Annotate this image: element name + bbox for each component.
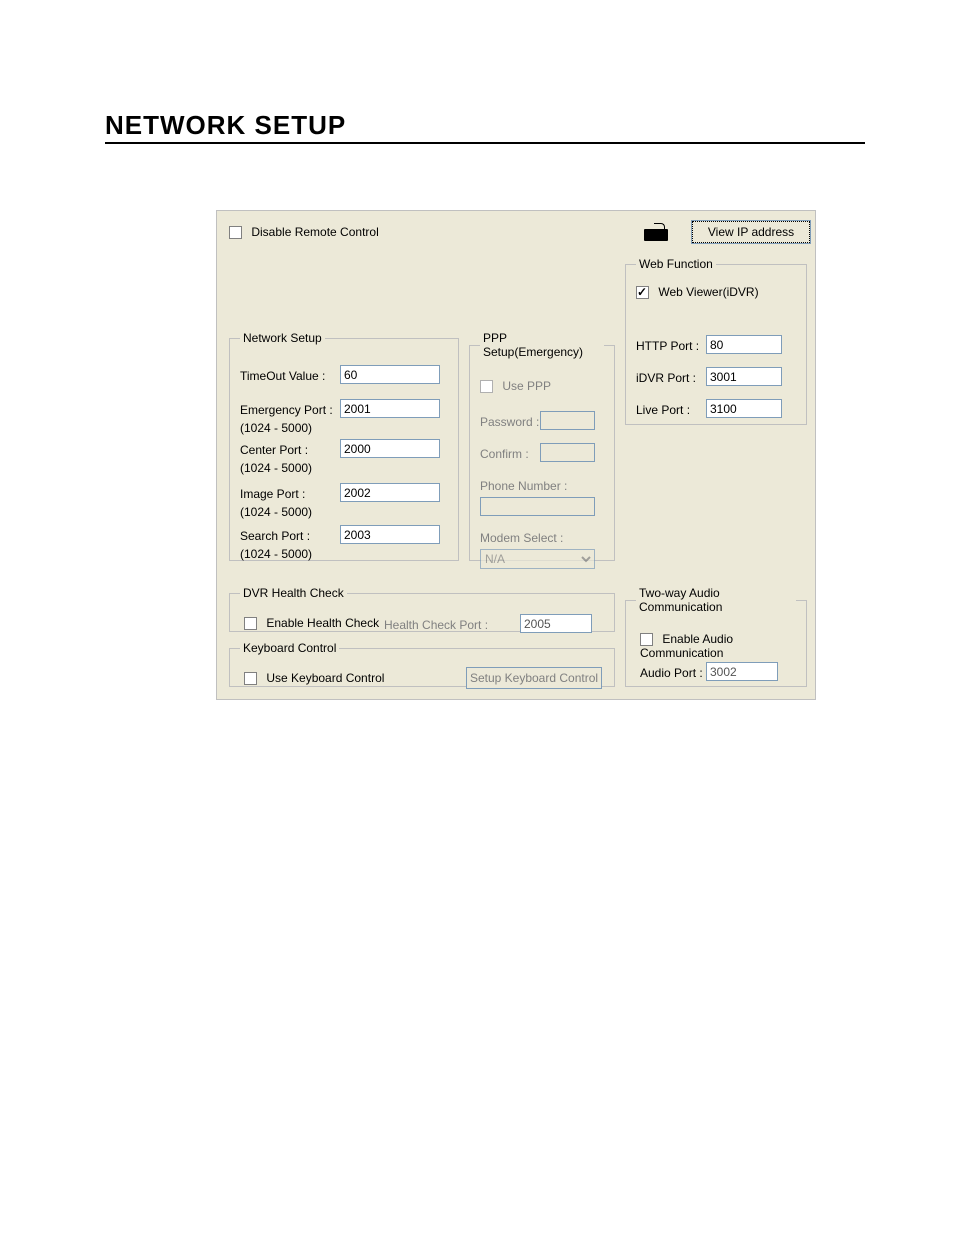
network-setup-panel: Disable Remote Control View IP address W… [216, 210, 816, 700]
idvr-port-label: iDVR Port : [636, 371, 696, 385]
disable-remote-row: Disable Remote Control [229, 225, 379, 239]
emergency-port-input[interactable] [340, 399, 440, 418]
ppp-confirm-label: Confirm : [480, 447, 529, 461]
health-check-group: DVR Health Check Enable Health Check Hea… [229, 586, 615, 632]
heading-rule [105, 142, 865, 144]
health-port-input [520, 614, 592, 633]
use-ppp-row: Use PPP [480, 379, 551, 393]
setup-keyboard-button: Setup Keyboard Control [466, 667, 602, 689]
enable-health-label: Enable Health Check [266, 616, 379, 630]
use-ppp-checkbox[interactable] [480, 380, 493, 393]
disable-remote-checkbox[interactable] [229, 226, 242, 239]
ppp-setup-group: PPP Setup(Emergency) Use PPP Password : … [469, 331, 615, 561]
center-port-label: Center Port : [240, 443, 308, 457]
web-function-group: Web Function Web Viewer(iDVR) HTTP Port … [625, 257, 807, 425]
audio-legend: Two-way Audio Communication [636, 586, 796, 614]
web-viewer-checkbox[interactable] [636, 286, 649, 299]
use-ppp-label: Use PPP [502, 379, 551, 393]
view-ip-button[interactable]: View IP address [692, 221, 810, 243]
ppp-confirm-input [540, 443, 595, 462]
keyboard-control-legend: Keyboard Control [240, 641, 339, 655]
ppp-modem-label: Modem Select : [480, 531, 563, 545]
idvr-port-row: iDVR Port : [636, 371, 696, 385]
enable-audio-label: Enable Audio Communication [640, 632, 733, 660]
ppp-modem-select: N/A [480, 549, 595, 569]
ppp-password-label: Password : [480, 415, 539, 429]
audio-port-input [706, 662, 778, 681]
enable-audio-checkbox[interactable] [640, 633, 653, 646]
ppp-setup-legend: PPP Setup(Emergency) [480, 331, 604, 359]
keyboard-icon[interactable] [642, 221, 670, 243]
idvr-port-input[interactable] [706, 367, 782, 386]
center-port-hint: (1024 - 5000) [240, 461, 312, 475]
ppp-password-input [540, 411, 595, 430]
center-port-input[interactable] [340, 439, 440, 458]
web-function-legend: Web Function [636, 257, 716, 271]
network-setup-legend: Network Setup [240, 331, 325, 345]
http-port-input[interactable] [706, 335, 782, 354]
web-viewer-row: Web Viewer(iDVR) [636, 285, 796, 299]
ppp-phone-input [480, 497, 595, 516]
web-viewer-label: Web Viewer(iDVR) [658, 285, 758, 299]
keyboard-control-group: Keyboard Control Use Keyboard Control Se… [229, 641, 615, 687]
disable-remote-label: Disable Remote Control [251, 225, 378, 239]
use-keyboard-label: Use Keyboard Control [266, 671, 384, 685]
health-check-legend: DVR Health Check [240, 586, 347, 600]
use-keyboard-checkbox[interactable] [244, 672, 257, 685]
ppp-phone-label: Phone Number : [480, 479, 567, 493]
image-port-input[interactable] [340, 483, 440, 502]
enable-health-checkbox[interactable] [244, 617, 257, 630]
http-port-label: HTTP Port : [636, 339, 699, 353]
timeout-input[interactable] [340, 365, 440, 384]
network-setup-group: Network Setup TimeOut Value : Emergency … [229, 331, 459, 561]
use-keyboard-row: Use Keyboard Control [244, 671, 384, 685]
timeout-label: TimeOut Value : [240, 369, 325, 383]
live-port-input[interactable] [706, 399, 782, 418]
search-port-label: Search Port : [240, 529, 310, 543]
health-port-label: Health Check Port : [384, 618, 488, 632]
http-port-row: HTTP Port : [636, 339, 699, 353]
emergency-port-label: Emergency Port : [240, 403, 333, 417]
audio-group: Two-way Audio Communication Enable Audio… [625, 586, 807, 687]
enable-audio-row: Enable Audio Communication [640, 632, 806, 660]
emergency-port-hint: (1024 - 5000) [240, 421, 312, 435]
page-title: NETWORK SETUP [105, 110, 346, 141]
search-port-hint: (1024 - 5000) [240, 547, 312, 561]
image-port-hint: (1024 - 5000) [240, 505, 312, 519]
live-port-label: Live Port : [636, 403, 690, 417]
audio-port-label: Audio Port : [640, 666, 703, 680]
live-port-row: Live Port : [636, 403, 690, 417]
enable-health-row: Enable Health Check [244, 616, 379, 630]
image-port-label: Image Port : [240, 487, 305, 501]
search-port-input[interactable] [340, 525, 440, 544]
